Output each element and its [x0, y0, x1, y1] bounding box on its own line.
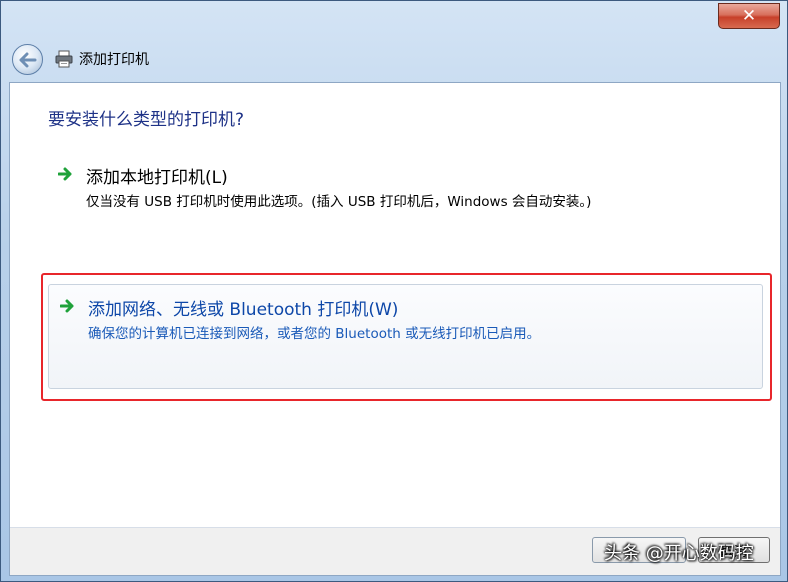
- add-local-printer-description: 仅当没有 USB 打印机时使用此选项。(插入 USB 打印机后，Windows …: [86, 194, 592, 210]
- back-arrow-icon: [19, 52, 36, 67]
- red-highlight-annotation: [41, 273, 772, 401]
- watermark: 头条 @开心数码控: [604, 543, 754, 564]
- page-heading: 要安装什么类型的打印机?: [48, 110, 245, 130]
- window-title-bar: 添加打印机: [55, 48, 149, 70]
- close-button[interactable]: ✕: [718, 3, 780, 29]
- close-icon: ✕: [741, 6, 757, 26]
- green-arrow-icon: [58, 167, 72, 181]
- printer-icon: [55, 50, 73, 68]
- add-local-printer-title: 添加本地打印机(L): [86, 168, 228, 188]
- back-button[interactable]: [12, 44, 43, 75]
- window-title: 添加打印机: [79, 52, 149, 68]
- add-printer-window: ✕ 添加打印机 要安装什么类型的打印机? 添加本地打印机(L) 仅当没有 USB…: [0, 0, 788, 582]
- wizard-content: 要安装什么类型的打印机? 添加本地打印机(L) 仅当没有 USB 打印机时使用此…: [9, 82, 781, 576]
